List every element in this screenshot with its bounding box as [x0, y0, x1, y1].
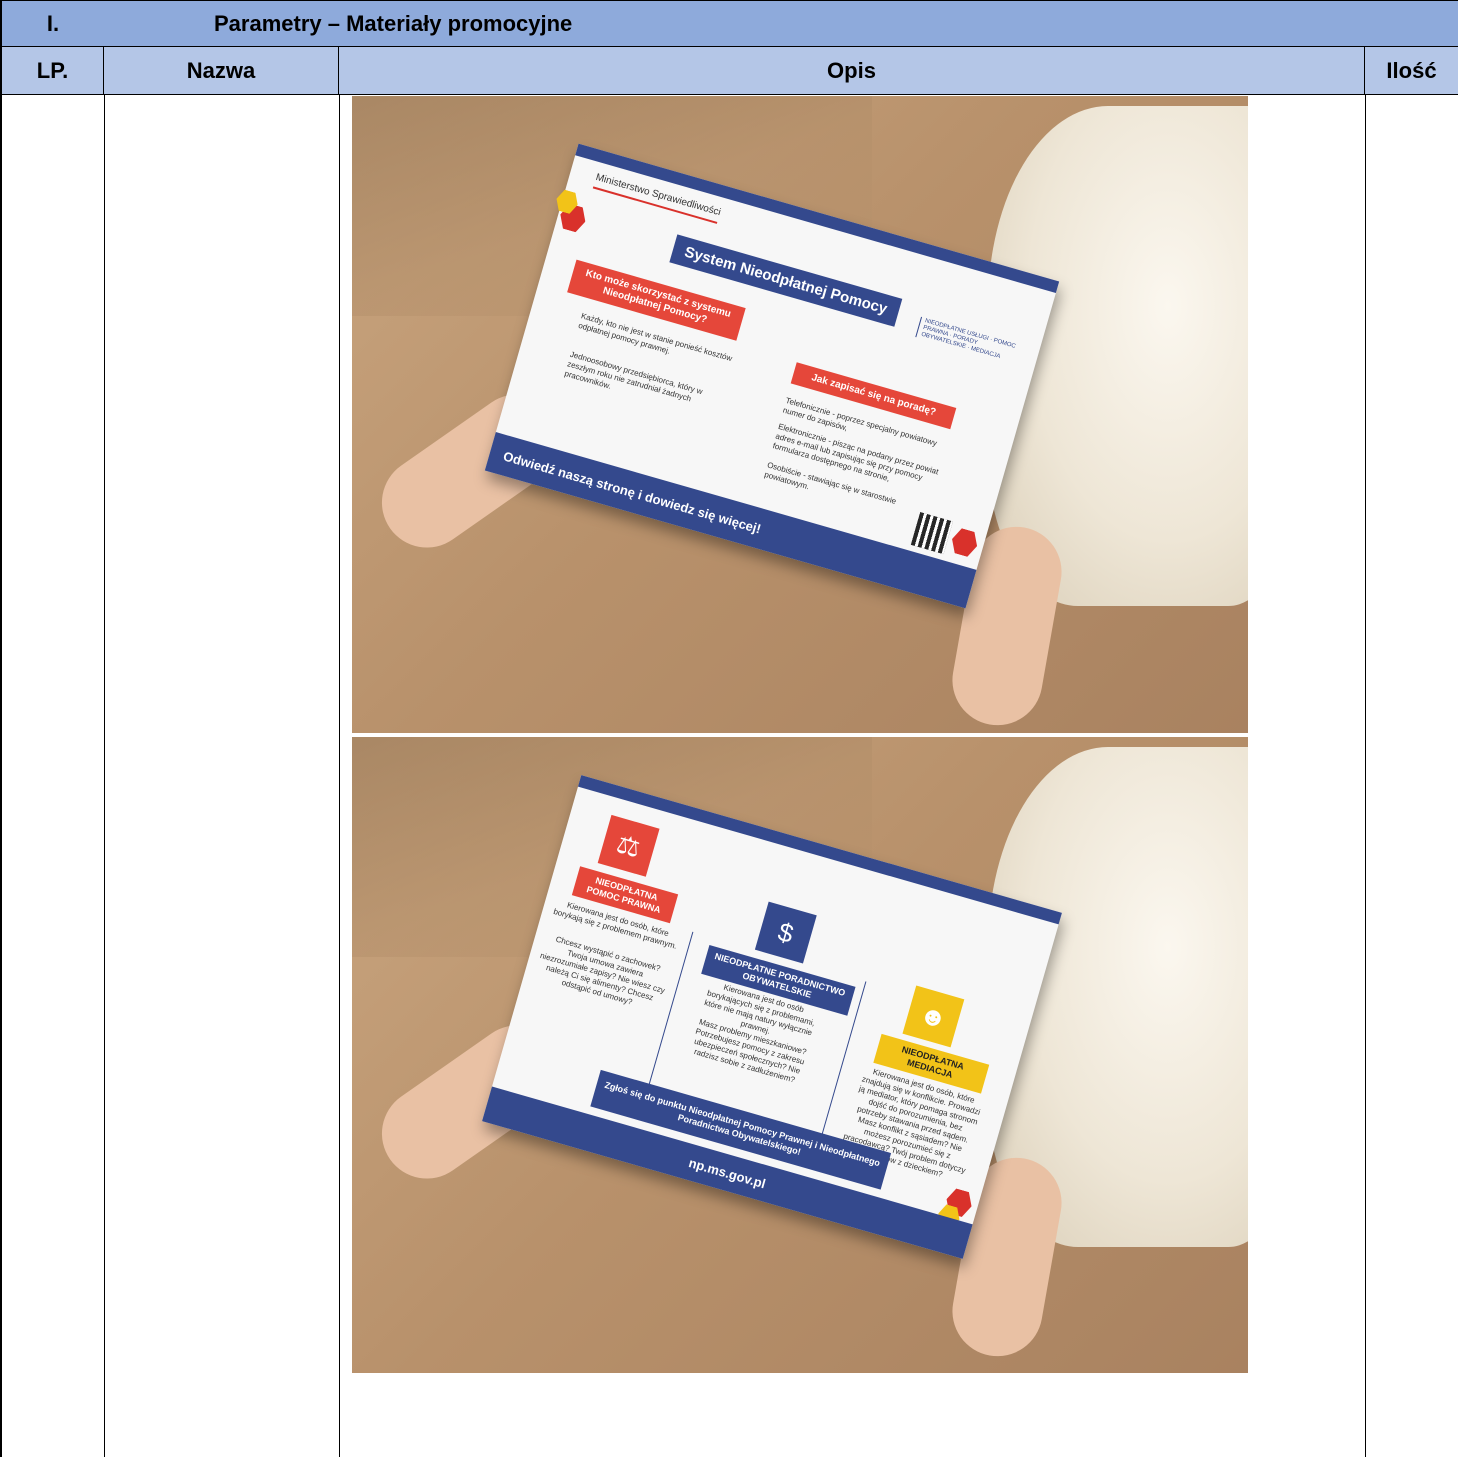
scales-icon: ⚖	[597, 814, 660, 877]
flyer-card-back: ⚖ NIEODPŁATNA POMOC PRAWNA Kierowana jes…	[482, 775, 1062, 1259]
table-border-left	[0, 95, 2, 1457]
people-talk-icon: ☻	[902, 985, 965, 1048]
header-lp: LP.	[0, 47, 104, 94]
table-border-nazwa	[339, 95, 340, 1457]
document-page: I. Parametry – Materiały promocyjne LP. …	[0, 0, 1458, 1457]
header-ilosc: Ilość	[1386, 57, 1437, 83]
flyer-card-front: Ministerstwo Sprawiedliwości System Nieo…	[484, 143, 1060, 609]
hexagon-red-icon-2	[948, 526, 980, 558]
money-hand-icon: $	[754, 901, 817, 964]
table-border-lp	[104, 95, 105, 1457]
section-number: I.	[0, 1, 104, 47]
table-header-row: LP. Nazwa Opis Ilość	[0, 47, 1458, 95]
service-logo: NIEODPŁATNE USŁUGI · POMOC PRAWNA · PORA…	[915, 316, 1023, 366]
qr-code-icon	[910, 512, 953, 555]
header-opis: Opis	[339, 47, 1365, 94]
section-title: Parametry – Materiały promocyjne	[214, 11, 573, 36]
promo-photo-flyer-back: ⚖ NIEODPŁATNA POMOC PRAWNA Kierowana jes…	[352, 737, 1248, 1373]
promo-photo-flyer-front: Ministerstwo Sprawiedliwości System Nieo…	[352, 96, 1248, 733]
section-title-row: I. Parametry – Materiały promocyjne	[0, 0, 1458, 47]
table-border-opis	[1365, 95, 1366, 1457]
header-nazwa: Nazwa	[104, 47, 339, 94]
